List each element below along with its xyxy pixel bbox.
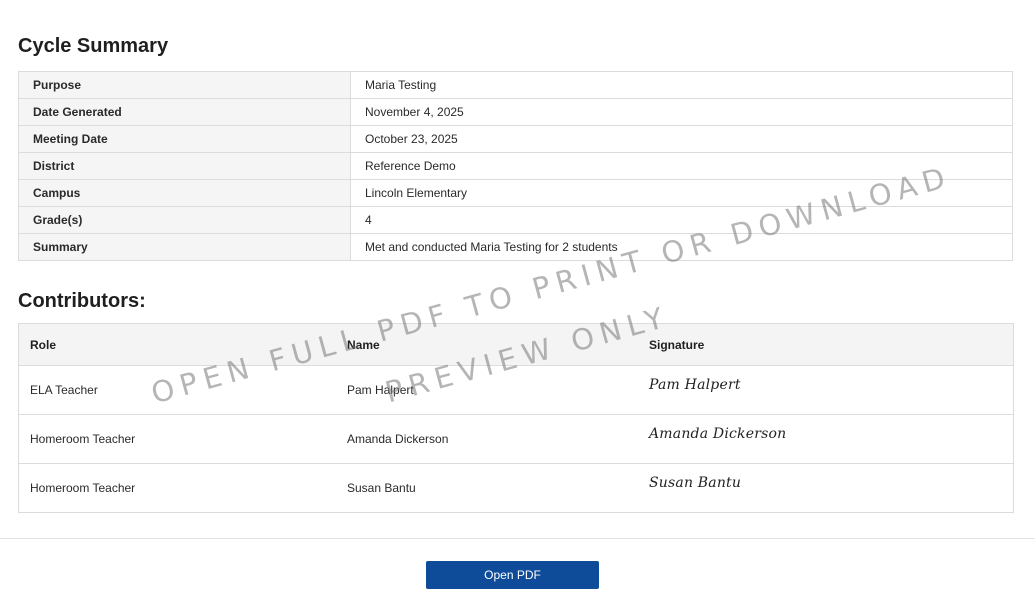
signature: Susan Bantu	[649, 475, 742, 491]
summary-value: Lincoln Elementary	[350, 179, 1013, 207]
summary-value: Maria Testing	[350, 71, 1013, 99]
summary-row-district: District Reference Demo	[18, 152, 1013, 180]
column-header-name: Name	[336, 323, 638, 366]
table-row: Homeroom Teacher Susan Bantu Susan Bantu	[18, 463, 1014, 513]
column-header-signature: Signature	[638, 323, 1014, 366]
contributor-name: Susan Bantu	[336, 463, 638, 513]
summary-label: Summary	[18, 233, 351, 261]
summary-label: Campus	[18, 179, 351, 207]
summary-value: November 4, 2025	[350, 98, 1013, 126]
summary-label: Grade(s)	[18, 206, 351, 234]
signature: Amanda Dickerson	[649, 426, 787, 442]
summary-row-meeting-date: Meeting Date October 23, 2025	[18, 125, 1013, 153]
summary-row-date-generated: Date Generated November 4, 2025	[18, 98, 1013, 126]
table-row: ELA Teacher Pam Halpert Pam Halpert	[18, 365, 1014, 415]
contributors-header-row: Role Name Signature	[18, 323, 1014, 366]
contributor-role: Homeroom Teacher	[18, 414, 336, 464]
cycle-summary-title: Cycle Summary	[18, 35, 169, 57]
cycle-summary-table: Purpose Maria Testing Date Generated Nov…	[18, 71, 1013, 261]
signature: Pam Halpert	[649, 377, 741, 393]
contributor-name: Amanda Dickerson	[336, 414, 638, 464]
contributor-signature-cell: Susan Bantu	[638, 463, 1014, 513]
table-row: Homeroom Teacher Amanda Dickerson Amanda…	[18, 414, 1014, 464]
summary-row-purpose: Purpose Maria Testing	[18, 71, 1013, 99]
summary-value: Reference Demo	[350, 152, 1013, 180]
summary-row-grades: Grade(s) 4	[18, 206, 1013, 234]
contributor-signature-cell: Amanda Dickerson	[638, 414, 1014, 464]
summary-label: Meeting Date	[18, 125, 351, 153]
open-pdf-button[interactable]: Open PDF	[426, 561, 599, 589]
summary-label: Purpose	[18, 71, 351, 99]
summary-row-summary: Summary Met and conducted Maria Testing …	[18, 233, 1013, 261]
footer-divider	[0, 538, 1035, 539]
contributor-role: ELA Teacher	[18, 365, 336, 415]
summary-label: District	[18, 152, 351, 180]
summary-value: October 23, 2025	[350, 125, 1013, 153]
summary-row-campus: Campus Lincoln Elementary	[18, 179, 1013, 207]
column-header-role: Role	[18, 323, 336, 366]
contributor-signature-cell: Pam Halpert	[638, 365, 1014, 415]
contributors-table: Role Name Signature ELA Teacher Pam Halp…	[18, 323, 1014, 513]
contributor-name: Pam Halpert	[336, 365, 638, 415]
summary-value: Met and conducted Maria Testing for 2 st…	[350, 233, 1013, 261]
contributor-role: Homeroom Teacher	[18, 463, 336, 513]
summary-label: Date Generated	[18, 98, 351, 126]
contributors-title: Contributors:	[18, 290, 146, 312]
summary-value: 4	[350, 206, 1013, 234]
